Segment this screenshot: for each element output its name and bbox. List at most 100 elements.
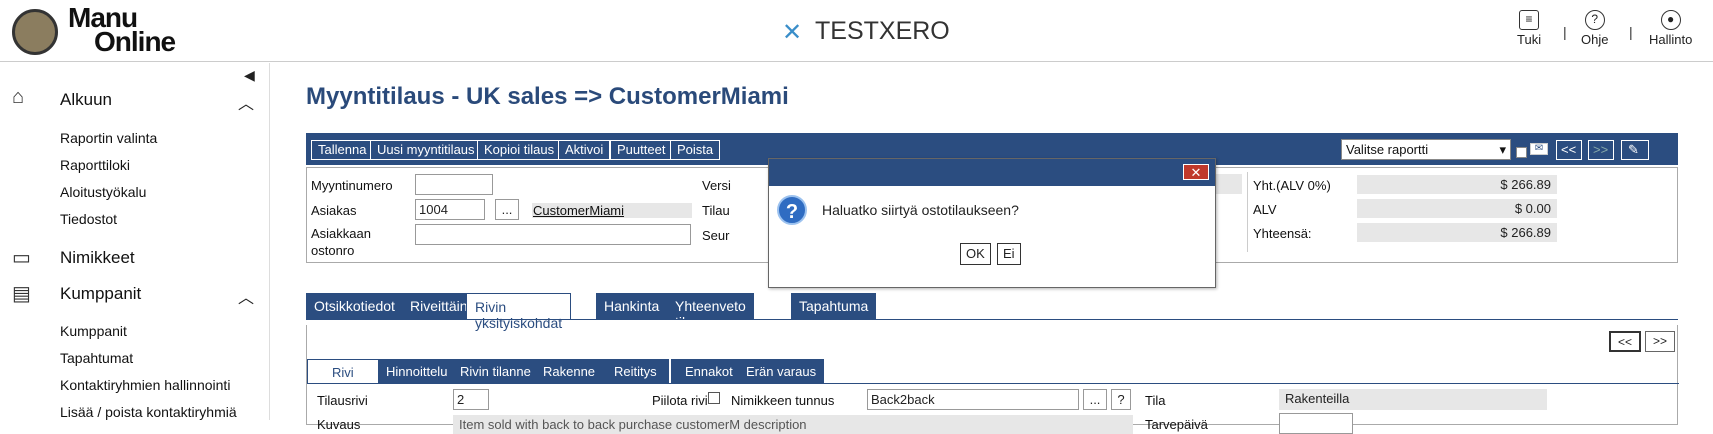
- subtabs-underline: [307, 383, 1679, 384]
- company-name: TESTXERO: [815, 17, 950, 45]
- no-button[interactable]: Ei: [997, 243, 1021, 265]
- status-label: Tila: [1145, 393, 1166, 408]
- nav-item[interactable]: Lisää / poista kontaktiryhmiä: [60, 404, 237, 420]
- report-select-value: Valitse raportti: [1346, 142, 1429, 157]
- nav-item[interactable]: Aloitustyökalu: [60, 184, 146, 200]
- nav-section-alkuun[interactable]: Alkuun: [60, 90, 112, 110]
- item-help-button[interactable]: ?: [1111, 389, 1131, 410]
- sales-number-input[interactable]: [415, 174, 493, 195]
- ostonro-label-1: Asiakkaan: [311, 226, 371, 241]
- logo[interactable]: Manu Online: [12, 2, 222, 58]
- company-x-icon: ✕: [782, 19, 803, 46]
- chevron-up-icon[interactable]: ︿: [238, 90, 254, 114]
- tab-rivin-yksityiskohdat[interactable]: Rivin yksityiskohdat: [466, 293, 572, 331]
- tab-hankinta[interactable]: Hankinta: [596, 293, 669, 319]
- support-link[interactable]: ≡ Tuki: [1517, 10, 1541, 47]
- hide-line-checkbox[interactable]: [708, 392, 720, 404]
- help-icon: ?: [1584, 10, 1605, 30]
- subtab-reititys[interactable]: Reititys: [602, 359, 670, 383]
- separator: |: [1563, 24, 1567, 40]
- email-icon[interactable]: ✉: [1530, 143, 1548, 155]
- nav-section-nimikkeet[interactable]: Nimikkeet: [60, 248, 135, 268]
- nav-item[interactable]: Raportin valinta: [60, 130, 157, 146]
- item-code-input[interactable]: Back2back: [867, 389, 1079, 410]
- vat-value: $ 0.00: [1357, 199, 1557, 218]
- total-label: Yhteensä:: [1253, 226, 1312, 241]
- subtab-eran-varaus[interactable]: Erän varaus: [738, 359, 826, 383]
- sub-tabs: Rivi Hinnoittelu Rivin tilanne Rakenne R…: [307, 359, 1679, 383]
- divider: [1247, 172, 1248, 252]
- help-label: Ohje: [1581, 32, 1609, 47]
- subtab-hinnoittelu[interactable]: Hinnoittelu: [378, 359, 457, 383]
- delete-button[interactable]: Poista: [670, 140, 721, 160]
- report-checkbox[interactable]: [1516, 147, 1527, 158]
- nav-item[interactable]: Raporttiloki: [60, 157, 130, 173]
- customer-name-link[interactable]: CustomerMiami: [532, 203, 692, 218]
- ostonro-label-2: ostonro: [311, 243, 355, 258]
- chat-icon: ≡: [1519, 10, 1540, 30]
- nav-section-kumppanit[interactable]: Kumppanit: [60, 284, 141, 304]
- attachment-icon[interactable]: ✎: [1621, 140, 1649, 160]
- subtab-rakenne[interactable]: Rakenne: [533, 359, 607, 383]
- help-link[interactable]: ? Ohje: [1581, 10, 1608, 47]
- total-value: $ 266.89: [1357, 223, 1557, 242]
- nav-item[interactable]: Tapahtumat: [60, 350, 133, 366]
- need-date-input[interactable]: [1279, 413, 1353, 434]
- subtotal-label: Yht.(ALV 0%): [1253, 178, 1331, 193]
- support-label: Tuki: [1517, 32, 1542, 47]
- logo-mark-icon: [12, 9, 58, 55]
- prev-record-button[interactable]: <<: [1556, 140, 1582, 160]
- nav-item[interactable]: Kumppanit: [60, 323, 127, 339]
- shortages-button[interactable]: Puutteet: [610, 140, 673, 160]
- customer-input[interactable]: 1004: [415, 199, 485, 220]
- customer-browse-button[interactable]: ...: [495, 199, 519, 220]
- prev-line-button[interactable]: <<: [1609, 331, 1641, 352]
- tabs-underline: [306, 319, 1678, 320]
- myyntinumero-label: Myyntinumero: [311, 178, 393, 193]
- logo-text: Manu Online: [68, 2, 176, 57]
- next-record-button[interactable]: >>: [1588, 140, 1614, 160]
- sidebar: ◀ ⌂ Alkuun ︿ Raportin valinta Raporttilo…: [0, 63, 270, 420]
- close-icon[interactable]: ✕: [1183, 164, 1209, 180]
- chevron-up-icon[interactable]: ︿: [238, 284, 254, 308]
- vat-label: ALV: [1253, 202, 1277, 217]
- order-status-label: Tilau: [702, 203, 730, 218]
- question-icon: ?: [777, 195, 807, 225]
- contacts-icon: ▤: [12, 283, 31, 305]
- tab-yhteenveto-tilanne[interactable]: Yhteenveto tilanne: [667, 293, 755, 330]
- tab-otsikkotiedot[interactable]: Otsikkotiedot: [306, 293, 404, 319]
- user-icon: ●: [1660, 10, 1681, 30]
- admin-label: Hallinto: [1649, 32, 1693, 47]
- activate-button[interactable]: Aktivoi: [558, 140, 611, 160]
- status-value: Rakenteilla: [1279, 389, 1547, 410]
- tab-tapahtuma[interactable]: Tapahtuma: [791, 293, 878, 319]
- description-label: Kuvaus: [317, 417, 361, 432]
- separator: |: [1629, 24, 1633, 40]
- dialog-titlebar: ✕: [769, 159, 1215, 186]
- customer-po-input[interactable]: [415, 224, 691, 245]
- next-line-button[interactable]: >>: [1645, 331, 1675, 352]
- header: Manu Online ✕ TESTXERO ≡ Tuki | ? Ohje | …: [0, 0, 1713, 62]
- description-value[interactable]: Item sold with back to back purchase cus…: [453, 415, 1133, 434]
- home-icon: ⌂: [12, 86, 25, 108]
- line-detail-panel: << >> Rivi Hinnoittelu Rivin tilanne Rak…: [306, 325, 1679, 434]
- nav-item[interactable]: Tiedostot: [60, 211, 117, 227]
- subtab-rivi[interactable]: Rivi: [307, 359, 379, 383]
- copy-order-button[interactable]: Kopioi tilaus: [477, 140, 562, 160]
- tracking-label: Seur: [702, 228, 730, 243]
- confirm-dialog: ✕ ? Haluatko siirtyä ostotilaukseen? OK …: [768, 158, 1216, 288]
- need-date-label: Tarvepäivä: [1145, 417, 1208, 432]
- ok-button[interactable]: OK: [960, 243, 991, 265]
- collapse-sidebar-icon[interactable]: ◀: [244, 67, 255, 84]
- nav-item[interactable]: Kontaktiryhmien hallinnointi: [60, 377, 230, 393]
- subtab-ennakot[interactable]: Ennakot: [671, 359, 748, 383]
- item-browse-button[interactable]: ...: [1083, 389, 1107, 410]
- report-select[interactable]: Valitse raportti ▾: [1341, 139, 1511, 160]
- admin-link[interactable]: ● Hallinto: [1649, 10, 1692, 47]
- order-line-input[interactable]: 2: [453, 389, 489, 410]
- subtab-rivin-tilanne[interactable]: Rivin tilanne: [452, 359, 540, 383]
- chevron-down-icon: ▾: [1499, 142, 1506, 157]
- new-sales-order-button[interactable]: Uusi myyntitilaus: [370, 140, 482, 160]
- page-title: Myyntitilaus - UK sales => CustomerMiami: [306, 83, 789, 110]
- save-button[interactable]: Tallenna: [311, 140, 374, 160]
